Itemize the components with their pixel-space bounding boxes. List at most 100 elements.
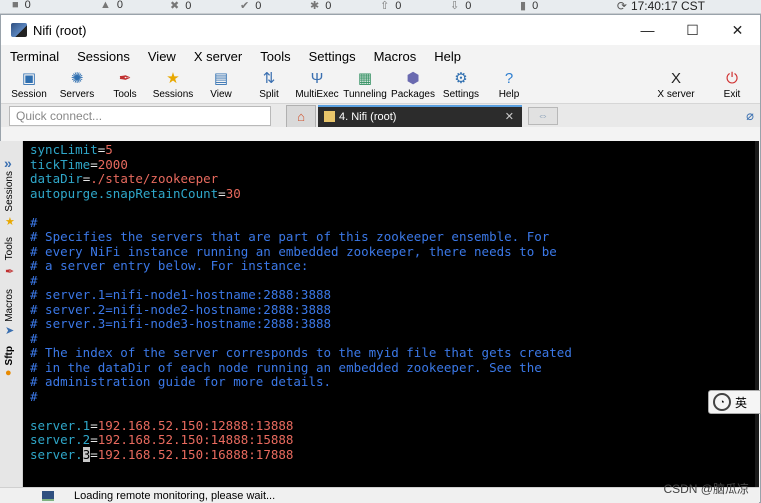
window-title: Nifi (root) [33,22,87,38]
terminal-line: # server.2=nifi-node2-hostname:2888:3888 [30,302,759,318]
terminal-line: # administration guide for more details. [30,374,759,390]
menu-sessions[interactable]: Sessions [68,49,139,64]
toolbar-packages-button[interactable]: ⬢ Packages [389,68,437,103]
session-icon: ▣ [21,70,37,87]
equals-sign: = [90,432,98,447]
terminal-output[interactable]: syncLimit=5 tickTime=2000 dataDir=./state/… [23,141,759,487]
toolbar-tools-button[interactable]: ✒ Tools [101,68,149,103]
side-tab-sftp[interactable]: Sftp [4,346,15,365]
side-panel: » Sessions ★ Tools ✒ Macros ➤ Sftp ● [0,141,23,487]
attach-icon[interactable]: ⌀ [746,108,754,124]
config-comment: # [30,214,38,230]
x-server-icon: X [670,69,681,87]
toolbar: ▣ Session ✺ Servers ✒ Tools ★ Sessions ▤ View ⇅ Spl… [1,67,760,103]
menu-bar: Terminal Sessions View X server Tools Se… [1,45,760,67]
side-tab-tools[interactable]: Tools [4,237,15,260]
config-key: server. [30,446,83,462]
ime-floating-button[interactable]: ◔ 英 [708,390,761,414]
menu-tools[interactable]: Tools [251,49,299,64]
toolbar-label: MultiExec [295,89,339,100]
toolbar-view-button[interactable]: ▤ View [197,68,245,103]
status-counter: ✔ 0 [240,0,261,12]
terminal-line: # a server entry below. For instance: [30,258,759,274]
terminal-line: dataDir=./state/zookeeper [30,171,759,187]
menu-view[interactable]: View [139,49,185,64]
config-key: server.2 [30,432,91,447]
toolbar-settings-button[interactable]: ⚙ Settings [437,68,485,103]
multiexec-icon: Ψ [310,69,324,87]
config-comment: # administration guide for more details. [30,374,332,389]
status-message: Loading remote monitoring, please wait..… [74,489,276,502]
clock-text: 17:40:17 CST [630,0,705,13]
status-counter: ▮ 0 [520,0,538,12]
status-bar: Loading remote monitoring, please wait..… [0,487,759,503]
config-value: 192.168.52.150:16888:17888 [97,446,294,462]
toolbar-exit-button[interactable]: ⏻ Exit [704,68,760,103]
status-count: 0 [532,0,539,12]
side-tab-macros[interactable]: Macros [4,289,15,322]
status-count: 0 [116,0,124,11]
status-counter: ⇧ 0 [380,0,401,12]
terminal-tab-icon [324,111,335,122]
tools-icon: ✒ [118,70,132,87]
terminal-line: # [30,389,759,405]
config-value: 192.168.52.150:14888:15888 [97,432,294,447]
menu-macros[interactable]: Macros [365,49,426,64]
toolbar-help-button[interactable]: ? Help [485,68,533,103]
menu-help[interactable]: Help [425,49,470,64]
terminal-tab[interactable]: 4. Nifi (root) ✕ [318,104,522,127]
terminal-line: server.2=192.168.52.150:14888:15888 [30,432,759,448]
config-value: 2000 [97,156,128,172]
terminal-line: # in the dataDir of each node running an… [30,360,759,376]
quick-connect-input[interactable]: Quick connect... [9,105,271,126]
terminal-scrollbar[interactable] [755,141,759,487]
toolbar-label: Servers [59,89,95,100]
toolbar-split-button[interactable]: ⇅ Split [245,68,293,103]
status-counter: ■ 0 [12,0,31,11]
toolbar-servers-button[interactable]: ✺ Servers [53,68,101,103]
menu-x-server[interactable]: X server [185,49,251,64]
menu-settings[interactable]: Settings [300,49,365,64]
toolbar-label: View [210,89,232,100]
terminal-line: server.1=192.168.52.150:12888:13888 [30,417,759,434]
expand-sidebar-icon[interactable]: » [4,155,12,171]
settings-icon: ⚙ [454,70,468,87]
config-comment: # a server entry below. For instance: [30,258,309,273]
warning-icon: ▲ [100,0,111,11]
home-tab[interactable]: ⌂ [286,104,316,127]
toolbar-label: Tunneling [343,89,387,100]
config-comment: # [30,272,38,288]
minimize-button[interactable]: — [625,15,670,45]
config-value: 30 [225,185,241,201]
toolbar-tunneling-button[interactable]: ▦ Tunneling [341,68,389,103]
toolbar-sessions-button[interactable]: ★ Sessions [149,68,197,103]
terminal-line: # every NiFi instance running an embedde… [30,244,759,260]
toolbar-multiexec-button[interactable]: Ψ MultiExec [293,68,341,103]
exit-icon: ⏻ [726,69,738,87]
menu-terminal[interactable]: Terminal [1,49,68,64]
new-tab-button[interactable]: ⇔ [528,106,558,125]
equals-sign: = [90,417,98,433]
app-icon [11,23,27,37]
toolbar-label: Settings [442,89,480,100]
status-count: 0 [24,0,31,11]
tab-close-icon[interactable]: ✕ [505,110,514,123]
maximize-button[interactable]: ☐ [670,15,715,45]
status-counter: ✱ 0 [310,0,331,12]
side-tab-sessions[interactable]: Sessions [4,171,15,212]
refresh-icon: ⟳ [616,0,627,13]
config-comment: # Specifies the servers that are part of… [30,229,550,244]
toolbar-session-button[interactable]: ▣ Session [5,68,53,103]
tunneling-icon: ▦ [357,70,373,87]
toolbar-label: Exit [723,89,741,100]
config-key: dataDir [30,171,83,186]
equals-sign: = [90,446,98,462]
toolbar-x-server-button[interactable]: X X server [648,68,704,103]
ime-icon: ◔ [713,393,731,411]
status-count: 0 [395,0,402,12]
close-button[interactable]: ✕ [715,15,760,45]
download-icon: ⇩ [450,0,460,12]
toolbar-label: Tools [113,89,137,100]
status-count: 0 [465,0,472,12]
